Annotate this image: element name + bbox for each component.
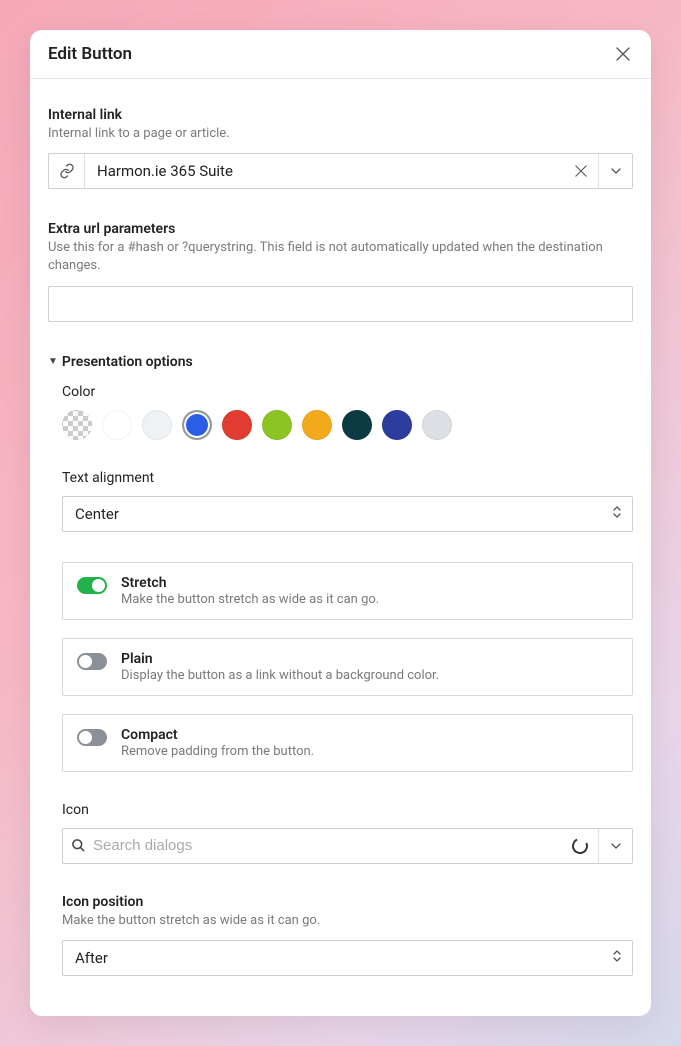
icon-position-value: After xyxy=(75,949,108,967)
color-swatch-navy[interactable] xyxy=(382,410,412,440)
edit-button-dialog: Edit Button Internal link Internal link … xyxy=(30,30,651,1016)
presentation-section: Color Text alignment Center Stretch Make… xyxy=(48,384,633,976)
icon-dropdown[interactable] xyxy=(598,829,632,863)
icon-position-desc: Make the button stretch as wide as it ca… xyxy=(62,912,633,930)
color-swatch-silver[interactable] xyxy=(422,410,452,440)
internal-link-label: Internal link xyxy=(48,107,633,123)
internal-link-input-row: Harmon.ie 365 Suite xyxy=(48,153,633,189)
dialog-title: Edit Button xyxy=(48,44,132,64)
presentation-section-toggle[interactable]: Presentation options xyxy=(48,354,633,370)
plain-title: Plain xyxy=(121,651,618,667)
stretch-desc: Make the button stretch as wide as it ca… xyxy=(121,592,618,607)
extra-url-desc: Use this for a #hash or ?querystring. Th… xyxy=(48,239,633,275)
color-swatch-blue[interactable] xyxy=(182,410,212,440)
compact-desc: Remove padding from the button. xyxy=(121,744,618,759)
extra-url-input[interactable] xyxy=(48,286,633,322)
icon-field: Icon xyxy=(62,802,633,864)
close-button[interactable] xyxy=(613,44,633,64)
compact-toggle[interactable] xyxy=(77,729,107,746)
icon-label: Icon xyxy=(62,802,633,818)
plain-card: Plain Display the button as a link witho… xyxy=(62,638,633,696)
color-swatch-white[interactable] xyxy=(102,410,132,440)
icon-search-row xyxy=(62,828,633,864)
dialog-body: Internal link Internal link to a page or… xyxy=(30,79,651,1016)
color-swatch-red[interactable] xyxy=(222,410,252,440)
text-alignment-select[interactable]: Center xyxy=(62,496,633,532)
extra-url-label: Extra url parameters xyxy=(48,221,633,237)
chevron-down-icon xyxy=(610,840,622,852)
stepper-icon xyxy=(612,505,622,523)
internal-link-clear[interactable] xyxy=(564,154,598,188)
link-icon xyxy=(59,163,75,179)
compact-card: Compact Remove padding from the button. xyxy=(62,714,633,772)
color-swatch-none[interactable] xyxy=(62,410,92,440)
loading-spinner-cell xyxy=(562,829,598,863)
stretch-card: Stretch Make the button stretch as wide … xyxy=(62,562,633,620)
internal-link-field: Internal link Internal link to a page or… xyxy=(48,107,633,189)
search-icon-cell xyxy=(63,829,93,863)
link-icon-cell xyxy=(49,154,85,188)
color-swatch-amber[interactable] xyxy=(302,410,332,440)
plain-toggle[interactable] xyxy=(77,653,107,670)
chevron-down-icon xyxy=(610,165,622,177)
stretch-toggle[interactable] xyxy=(77,577,107,594)
clear-icon xyxy=(575,165,587,177)
stretch-title: Stretch xyxy=(121,575,618,591)
text-alignment-field: Text alignment Center xyxy=(62,470,633,532)
icon-search-input[interactable] xyxy=(93,829,562,863)
stepper-icon xyxy=(612,949,622,967)
color-label: Color xyxy=(62,384,633,400)
internal-link-value[interactable]: Harmon.ie 365 Suite xyxy=(85,154,564,188)
text-alignment-label: Text alignment xyxy=(62,470,633,486)
color-swatch-teal[interactable] xyxy=(342,410,372,440)
internal-link-dropdown[interactable] xyxy=(598,154,632,188)
internal-link-desc: Internal link to a page or article. xyxy=(48,125,633,143)
close-icon xyxy=(616,47,630,61)
color-swatch-lime[interactable] xyxy=(262,410,292,440)
search-icon xyxy=(71,838,86,853)
icon-position-select[interactable]: After xyxy=(62,940,633,976)
icon-position-field: Icon position Make the button stretch as… xyxy=(62,894,633,976)
loading-spinner-icon xyxy=(570,835,591,856)
color-swatches xyxy=(62,410,633,440)
plain-desc: Display the button as a link without a b… xyxy=(121,668,618,683)
text-alignment-value: Center xyxy=(75,505,119,523)
color-swatch-lightgray[interactable] xyxy=(142,410,172,440)
extra-url-field: Extra url parameters Use this for a #has… xyxy=(48,221,633,321)
compact-title: Compact xyxy=(121,727,618,743)
icon-position-label: Icon position xyxy=(62,894,633,910)
dialog-header: Edit Button xyxy=(30,30,651,79)
